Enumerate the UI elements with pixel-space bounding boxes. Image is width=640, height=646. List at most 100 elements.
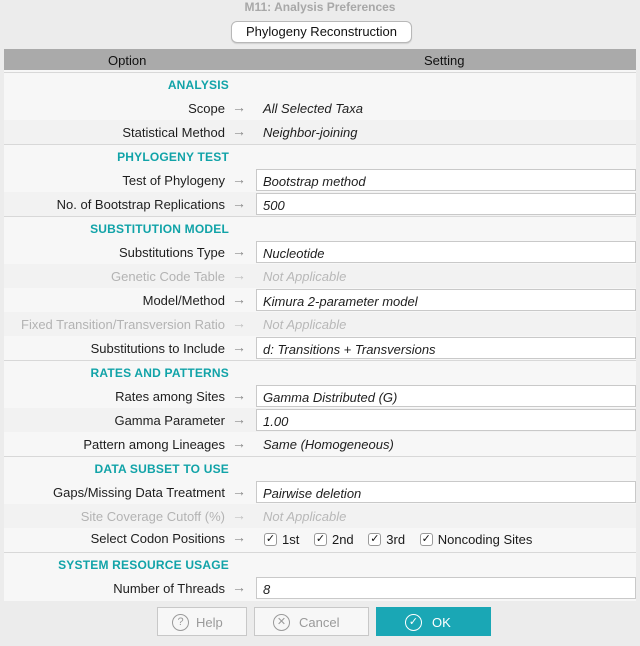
section-title: SYSTEM RESOURCE USAGE <box>58 558 229 572</box>
arrow-icon: → <box>232 435 246 451</box>
setting-value: 8 <box>263 582 271 597</box>
setting-value: Bootstrap method <box>263 174 366 189</box>
arrow-icon: → <box>232 195 246 211</box>
row-model-method[interactable]: Model/Method → Kimura 2-parameter model <box>4 288 636 312</box>
setting-value: Not Applicable <box>263 509 347 524</box>
test-of-phylogeny-field[interactable]: Bootstrap method <box>256 169 636 191</box>
option-label: Fixed Transition/Transversion Ratio <box>21 317 225 332</box>
option-label: Statistical Method <box>122 125 225 140</box>
column-option: Option <box>108 53 147 68</box>
gamma-parameter-field[interactable]: 1.00 <box>256 409 636 431</box>
row-statistical-method[interactable]: Statistical Method → Neighbor-joining <box>4 120 636 144</box>
arrow-icon: → <box>232 339 246 355</box>
substitutions-include-field[interactable]: d: Transitions + Transversions <box>256 337 636 359</box>
gaps-missing-field[interactable]: Pairwise deletion <box>256 481 636 503</box>
option-label: Site Coverage Cutoff (%) <box>80 509 225 524</box>
setting-value[interactable]: Neighbor-joining <box>263 125 357 140</box>
checkmark-icon: ✓ <box>419 532 433 546</box>
section-title: PHYLOGENY TEST <box>117 150 229 164</box>
option-label: Substitutions Type <box>119 245 225 260</box>
section-title: SUBSTITUTION MODEL <box>90 222 229 236</box>
help-button-label: Help <box>196 615 223 630</box>
row-genetic-code-table: Genetic Code Table → Not Applicable <box>4 264 636 288</box>
option-label: Pattern among Lineages <box>83 437 225 452</box>
row-gaps-missing[interactable]: Gaps/Missing Data Treatment → Pairwise d… <box>4 480 636 504</box>
section-system-resource: SYSTEM RESOURCE USAGE <box>4 552 636 576</box>
row-substitutions-type[interactable]: Substitutions Type → Nucleotide <box>4 240 636 264</box>
option-label: Genetic Code Table <box>111 269 225 284</box>
setting-value: Gamma Distributed (G) <box>263 390 398 405</box>
section-rates-patterns: RATES AND PATTERNS <box>4 360 636 384</box>
ok-button[interactable]: ✓ OK <box>376 607 491 636</box>
checkmark-icon: ✓ <box>313 532 327 546</box>
threads-field[interactable]: 8 <box>256 577 636 599</box>
checkbox-label: 1st <box>282 531 300 547</box>
help-icon: ? <box>172 614 189 631</box>
row-fixed-ratio: Fixed Transition/Transversion Ratio → No… <box>4 312 636 336</box>
section-analysis: ANALYSIS <box>4 72 636 96</box>
setting-value: 500 <box>263 198 285 213</box>
option-label: Number of Threads <box>113 581 225 596</box>
row-rates-among-sites[interactable]: Rates among Sites → Gamma Distributed (G… <box>4 384 636 408</box>
arrow-icon: → <box>232 267 246 283</box>
row-test-of-phylogeny[interactable]: Test of Phylogeny → Bootstrap method <box>4 168 636 192</box>
setting-value: d: Transitions + Transversions <box>263 342 436 357</box>
preferences-table: Option Setting ANALYSIS Scope → All Sele… <box>4 49 636 601</box>
setting-value: Pairwise deletion <box>263 486 362 501</box>
rates-among-sites-field[interactable]: Gamma Distributed (G) <box>256 385 636 407</box>
checkmark-icon: ✓ <box>368 532 382 546</box>
checkbox-label: 3rd <box>386 531 406 547</box>
section-title: RATES AND PATTERNS <box>90 366 229 380</box>
arrow-icon: → <box>232 579 246 595</box>
section-substitution-model: SUBSTITUTION MODEL <box>4 216 636 240</box>
arrow-icon: → <box>232 387 246 403</box>
column-setting: Setting <box>424 53 465 68</box>
row-scope[interactable]: Scope → All Selected Taxa <box>4 96 636 120</box>
option-label: Substitutions to Include <box>90 341 225 356</box>
option-label: Select Codon Positions <box>90 531 225 546</box>
option-label: Model/Method <box>142 293 225 308</box>
cancel-button[interactable]: ✕ Cancel <box>254 607 369 636</box>
codon-1st-checkbox[interactable]: ✓ 1st <box>264 531 306 547</box>
setting-value: Nucleotide <box>263 246 325 261</box>
arrow-icon: → <box>232 99 246 115</box>
arrow-icon: → <box>232 291 246 307</box>
checkbox-label: 2nd <box>331 531 354 547</box>
arrow-icon: → <box>232 315 246 331</box>
codon-2nd-checkbox[interactable]: ✓ 2nd <box>313 531 361 547</box>
setting-value[interactable]: All Selected Taxa <box>263 101 363 116</box>
noncoding-sites-checkbox[interactable]: ✓ Noncoding Sites <box>419 531 540 547</box>
option-label: Rates among Sites <box>115 389 225 404</box>
setting-value: Kimura 2-parameter model <box>263 294 418 309</box>
row-substitutions-include[interactable]: Substitutions to Include → d: Transition… <box>4 336 636 360</box>
section-data-subset: DATA SUBSET TO USE <box>4 456 636 480</box>
row-threads[interactable]: Number of Threads → 8 <box>4 576 636 600</box>
tab-phylogeny-reconstruction[interactable]: Phylogeny Reconstruction <box>231 21 412 43</box>
option-label: No. of Bootstrap Replications <box>56 197 225 212</box>
codon-checkboxes: ✓ 1st ✓ 2nd ✓ 3rd ✓ Noncoding Sites <box>264 530 543 547</box>
section-title: ANALYSIS <box>167 78 229 92</box>
option-label: Scope <box>188 101 225 116</box>
checkbox-label: Noncoding Sites <box>437 531 533 547</box>
codon-3rd-checkbox[interactable]: ✓ 3rd <box>368 531 412 547</box>
column-header: Option Setting <box>4 49 636 70</box>
section-title: DATA SUBSET TO USE <box>94 462 229 476</box>
row-codon-positions: Select Codon Positions → ✓ 1st ✓ 2nd ✓ 3rd … <box>4 526 636 550</box>
row-gamma-parameter[interactable]: Gamma Parameter → 1.00 <box>4 408 636 432</box>
section-phylogeny-test: PHYLOGENY TEST <box>4 144 636 168</box>
arrow-icon: → <box>232 483 246 499</box>
bootstrap-replications-field[interactable]: 500 <box>256 193 636 215</box>
model-method-field[interactable]: Kimura 2-parameter model <box>256 289 636 311</box>
arrow-icon: → <box>232 411 246 427</box>
setting-value[interactable]: Same (Homogeneous) <box>263 437 394 452</box>
setting-value: Not Applicable <box>263 317 347 332</box>
row-pattern-lineages[interactable]: Pattern among Lineages → Same (Homogeneo… <box>4 432 636 456</box>
row-bootstrap-replications[interactable]: No. of Bootstrap Replications → 500 <box>4 192 636 216</box>
cancel-button-label: Cancel <box>299 615 340 630</box>
checkmark-icon: ✓ <box>405 614 422 631</box>
ok-button-label: OK <box>432 615 451 630</box>
substitutions-type-field[interactable]: Nucleotide <box>256 241 636 263</box>
arrow-icon: → <box>232 529 246 545</box>
option-label: Gaps/Missing Data Treatment <box>53 485 225 500</box>
help-button[interactable]: ? Help <box>157 607 247 636</box>
